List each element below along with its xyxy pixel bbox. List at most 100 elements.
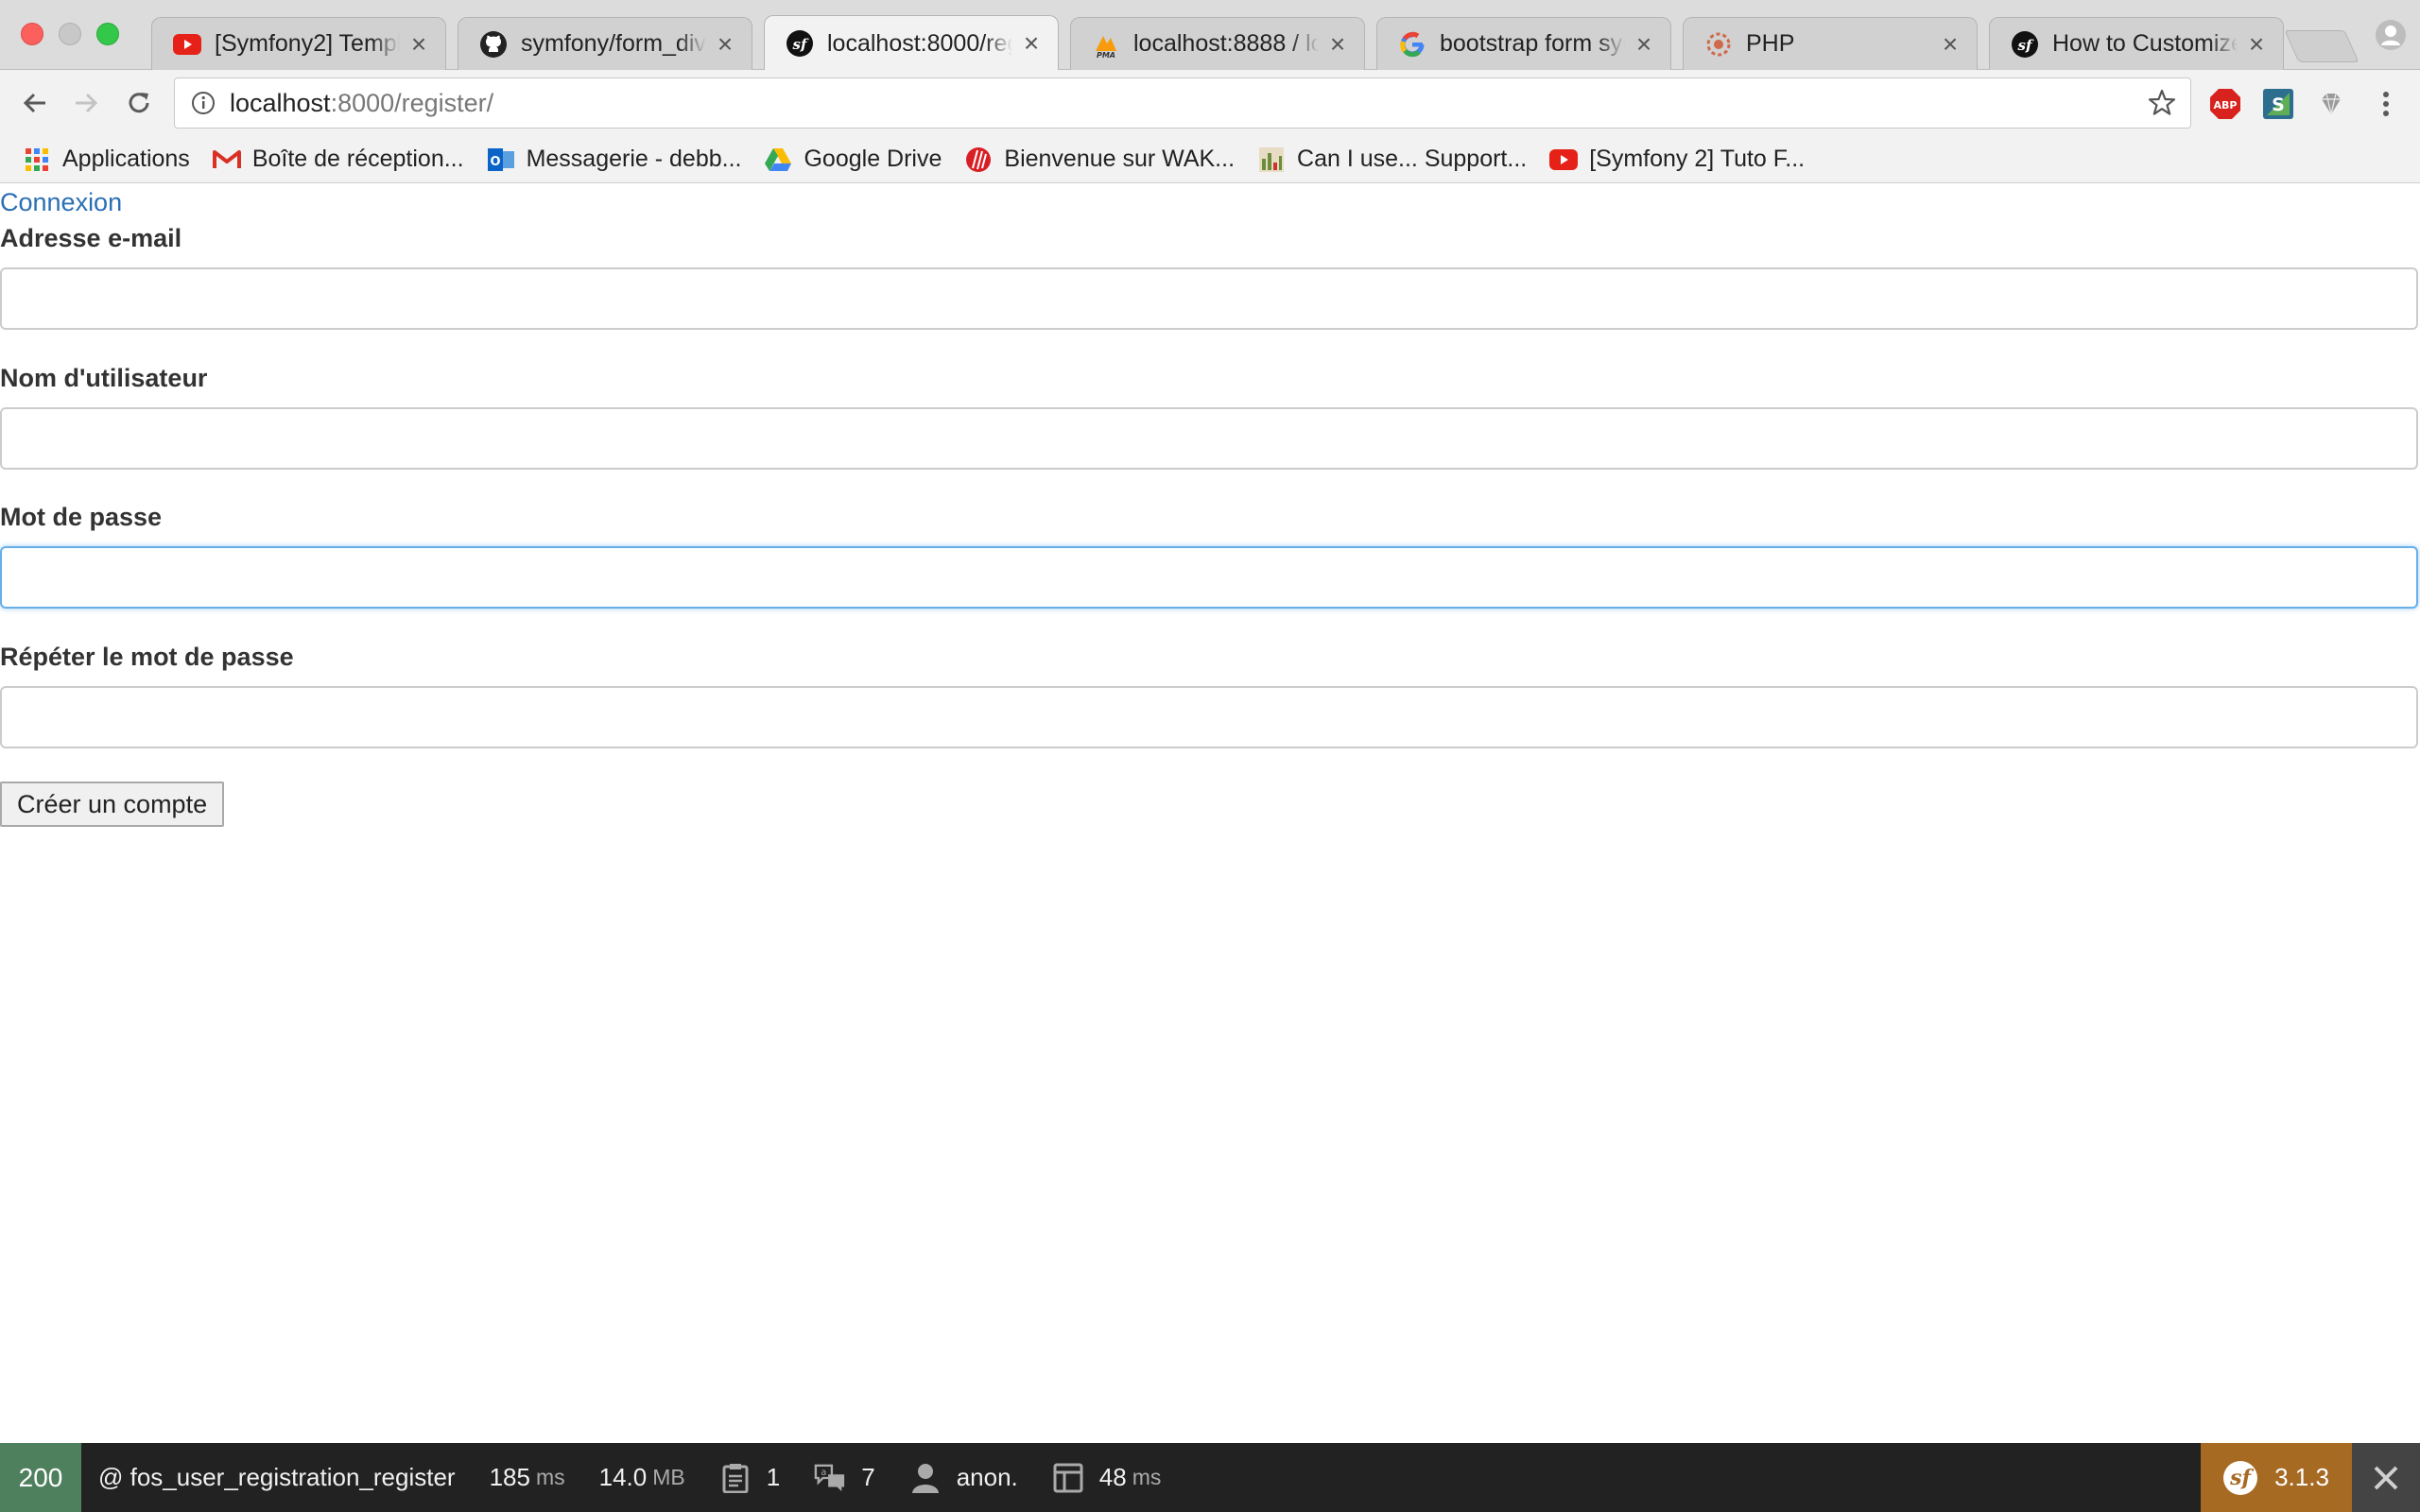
bookmark-label: [Symfony 2] Tuto F... <box>1589 146 1806 172</box>
phpmyadmin-icon: PMA <box>1092 30 1120 59</box>
toolbar-close-button[interactable] <box>2352 1443 2420 1512</box>
status-code-badge[interactable]: 200 <box>0 1443 81 1512</box>
bookmarks-bar: Applications Boîte de réception... O Mes… <box>0 136 2420 183</box>
tab-close-icon[interactable]: × <box>1020 28 1043 59</box>
clipboard-icon <box>719 1462 752 1494</box>
repeat-password-label: Répéter le mot de passe <box>0 643 294 671</box>
tab-close-icon[interactable]: × <box>714 29 736 60</box>
svg-text:a: a <box>821 1468 827 1478</box>
tab-close-icon[interactable]: × <box>1326 29 1349 60</box>
user-icon <box>909 1462 942 1494</box>
github-icon <box>479 30 508 59</box>
bookmark-label: Messagerie - debb... <box>526 146 742 172</box>
browser-menu-icon[interactable] <box>2369 87 2403 121</box>
tab-close-icon[interactable]: × <box>1939 29 1962 60</box>
tab-title: bootstrap form syn <box>1440 30 1625 57</box>
render-time-value: 48 <box>1098 1463 1127 1491</box>
route-name: @ fos_user_registration_register <box>98 1463 456 1491</box>
memory-value: 14.0 <box>598 1463 648 1491</box>
svg-text:S: S <box>2272 94 2285 115</box>
symfony-version-badge[interactable]: sf 3.1.3 <box>2201 1443 2352 1512</box>
adblock-label: ABP <box>2214 99 2238 112</box>
symfony-icon: sf <box>2011 30 2039 59</box>
tab-title: localhost:8000/reg <box>827 29 1012 57</box>
bookmark-youtube-symfony[interactable]: [Symfony 2] Tuto F... <box>1549 146 1805 174</box>
bookmark-gmail[interactable]: Boîte de réception... <box>212 146 464 174</box>
forward-button[interactable] <box>66 83 106 123</box>
translations-panel[interactable]: a 7 <box>797 1443 891 1512</box>
render-time-panel[interactable]: 48 ms <box>1035 1443 1179 1512</box>
memory-unit: MB <box>652 1465 685 1489</box>
back-arrow-icon <box>23 93 45 113</box>
gmail-icon <box>212 146 241 174</box>
bookmark-caniuse[interactable]: Can I use... Support... <box>1257 146 1527 174</box>
symfony-icon: sf <box>786 29 814 58</box>
bookmark-star-icon[interactable] <box>2147 88 2177 123</box>
url-path: :8000/register/ <box>330 88 494 117</box>
page-content: Connexion Adresse e-mail Nom d'utilisate… <box>0 184 2420 1443</box>
tab-title: localhost:8888 / lo <box>1133 30 1319 57</box>
php-icon <box>1704 30 1733 59</box>
tab-title: symfony/form_div_l <box>521 30 706 57</box>
extension-diamond-icon[interactable] <box>2314 87 2348 121</box>
username-label: Nom d'utilisateur <box>0 364 208 392</box>
browser-toolbar: localhost:8000/register/ ABP S <box>0 70 2420 136</box>
request-time-panel[interactable]: 185 ms <box>473 1443 582 1512</box>
route-info[interactable]: @ fos_user_registration_register <box>81 1443 473 1512</box>
translations-count: 7 <box>861 1463 875 1491</box>
bookmark-label: Can I use... Support... <box>1297 146 1528 172</box>
login-link[interactable]: Connexion <box>0 188 122 217</box>
bookmark-outlook[interactable]: O Messagerie - debb... <box>487 146 742 174</box>
email-field[interactable] <box>0 267 2418 330</box>
extension-s-icon[interactable]: S <box>2261 87 2295 121</box>
create-account-button[interactable]: Créer un compte <box>0 782 225 827</box>
bookmark-applications[interactable]: Applications <box>23 146 190 174</box>
symfony-version: 3.1.3 <box>2274 1463 2329 1491</box>
tab-close-icon[interactable]: × <box>2245 29 2268 60</box>
tab-close-icon[interactable]: × <box>407 29 430 60</box>
bookmark-google-drive[interactable]: Google Drive <box>764 146 942 174</box>
user-name: anon. <box>956 1463 1018 1491</box>
repeat-password-field[interactable] <box>0 686 2418 748</box>
google-icon <box>1398 30 1426 59</box>
tab-title: [Symfony2] Templa <box>215 30 400 57</box>
window-close-button[interactable] <box>21 23 43 45</box>
password-field[interactable] <box>0 546 2418 609</box>
profile-icon[interactable] <box>2375 19 2407 51</box>
youtube-icon <box>1549 146 1579 174</box>
address-url[interactable]: localhost:8000/register/ <box>230 89 493 118</box>
browser-tab[interactable]: [Symfony2] Templa × <box>151 17 446 70</box>
browser-tab[interactable]: symfony/form_div_l × <box>458 17 752 70</box>
site-info-icon[interactable] <box>184 91 222 115</box>
back-button[interactable] <box>15 83 55 123</box>
security-panel[interactable]: anon. <box>892 1443 1035 1512</box>
template-icon <box>1052 1462 1084 1494</box>
request-time-value: 185 <box>489 1463 530 1491</box>
adblock-plus-icon[interactable]: ABP <box>2208 87 2242 121</box>
bookmark-label: Applications <box>62 146 190 172</box>
bookmark-label: Boîte de réception... <box>251 146 464 172</box>
tab-close-icon[interactable]: × <box>1633 29 1655 60</box>
symfony-debug-toolbar: 200 @ fos_user_registration_register 185… <box>0 1443 2420 1512</box>
browser-tab-active[interactable]: sf localhost:8000/reg × <box>764 15 1059 71</box>
bookmark-wakanda[interactable]: Bienvenue sur WAK... <box>964 146 1235 174</box>
browser-tab-strip: [Symfony2] Templa × symfony/form_div_l ×… <box>0 0 2420 71</box>
render-time-unit: ms <box>1132 1465 1162 1489</box>
address-bar[interactable]: localhost:8000/register/ <box>174 77 2191 129</box>
reload-button[interactable] <box>119 83 159 123</box>
memory-panel[interactable]: 14.0 MB <box>582 1443 702 1512</box>
svg-text:O: O <box>490 155 500 169</box>
browser-tab[interactable]: PHP × <box>1683 17 1978 70</box>
apps-grid-icon <box>23 146 51 174</box>
browser-tab[interactable]: PMA localhost:8888 / lo × <box>1070 17 1365 70</box>
window-minimize-button[interactable] <box>59 23 81 45</box>
logs-panel[interactable]: 1 <box>702 1443 797 1512</box>
email-label: Adresse e-mail <box>0 224 182 252</box>
svg-text:sf: sf <box>2018 37 2034 54</box>
new-tab-button[interactable] <box>2284 30 2360 62</box>
window-maximize-button[interactable] <box>96 23 119 45</box>
browser-tab[interactable]: bootstrap form syn × <box>1376 17 1671 70</box>
browser-tab[interactable]: sf How to Customize × <box>1989 17 2284 70</box>
username-field[interactable] <box>0 407 2418 470</box>
close-icon <box>2374 1466 2398 1489</box>
